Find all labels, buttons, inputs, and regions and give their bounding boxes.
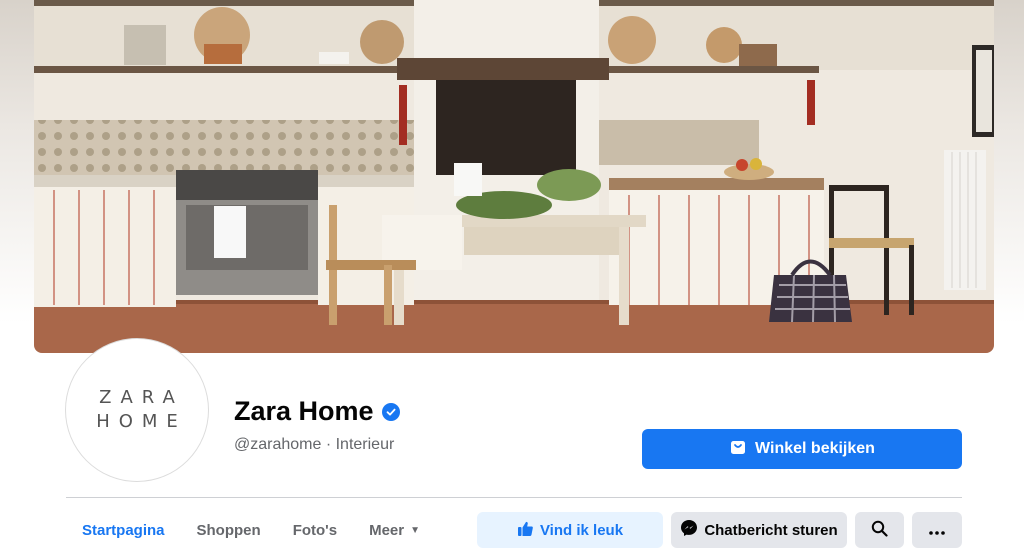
tab-photos-label: Foto's [292,521,338,539]
thumbs-up-icon [517,520,534,541]
send-message-label: Chatbericht sturen [704,521,838,539]
search-icon [871,520,888,541]
logo-text-line2: HOME [96,411,187,432]
tab-home-label: Startpagina [82,521,165,539]
like-label: Vind ik leuk [539,521,624,539]
more-options-button[interactable] [912,512,962,548]
tab-home[interactable]: Startpagina [66,510,181,550]
tab-shop-label: Shoppen [196,521,261,539]
tab-photos[interactable]: Foto's [277,510,353,550]
page-avatar[interactable]: ZARA HOME [66,339,208,481]
page-subtitle: @zarahome · Interieur [234,436,394,454]
cover-photo-kitchen-illustration [34,0,994,353]
shop-icon [729,438,747,461]
like-button[interactable]: Vind ik leuk [477,512,663,548]
verified-badge-icon [381,402,400,421]
subtitle-separator: · [321,436,336,453]
logo-text-line1: ZARA [99,387,184,408]
header-divider [66,497,962,498]
tab-more[interactable]: Meer ▼ [353,510,436,550]
page-title[interactable]: Zara Home [234,396,374,427]
page-tabs: Startpagina Shoppen Foto's Meer ▼ [66,510,436,550]
view-shop-label: Winkel bekijken [755,440,875,457]
tab-shop[interactable]: Shoppen [181,510,277,550]
send-message-button[interactable]: Chatbericht sturen [671,512,847,548]
cover-photo[interactable] [34,0,994,353]
messenger-icon [680,519,698,541]
page-title-row: Zara Home [234,396,400,427]
tab-more-label: Meer [369,521,405,539]
page-category[interactable]: Interieur [336,436,395,453]
more-icon [929,522,945,539]
caret-down-icon: ▼ [410,524,421,536]
view-shop-button[interactable]: Winkel bekijken [642,429,962,469]
page-handle: @zarahome [234,436,322,453]
search-button[interactable] [855,512,904,548]
